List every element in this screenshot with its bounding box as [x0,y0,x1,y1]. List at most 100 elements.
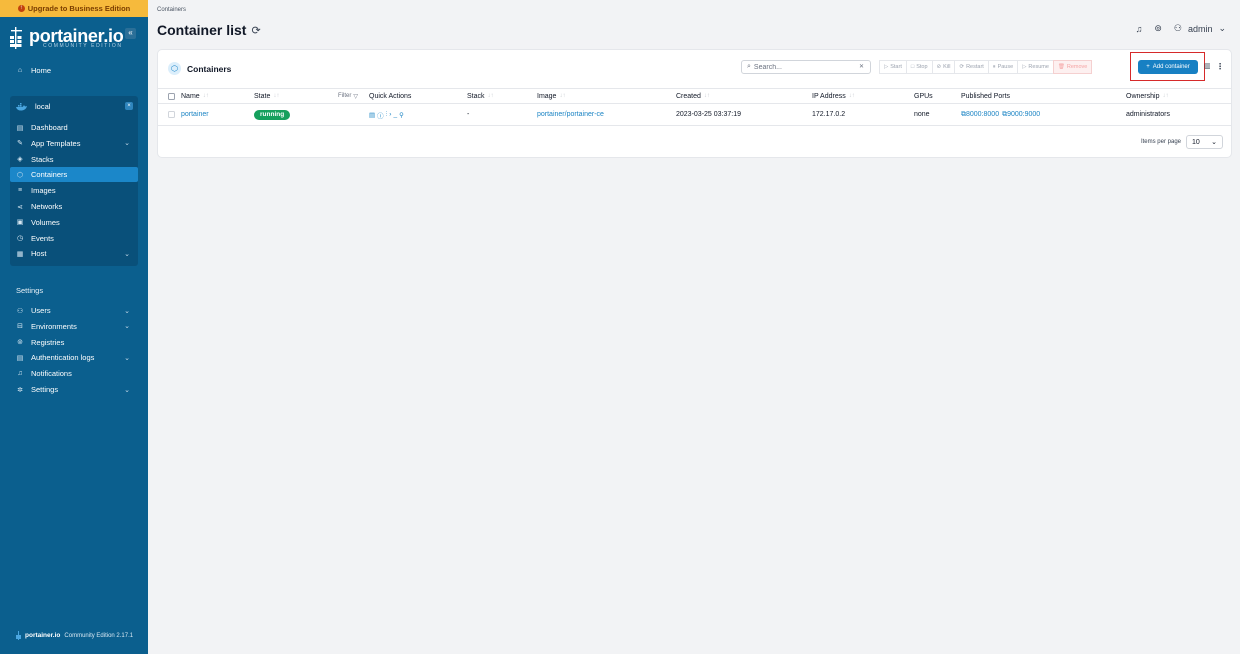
restart-button[interactable]: ⟳ Restart [954,60,989,74]
columns-icon[interactable]: ▥ [1204,62,1211,70]
pause-button[interactable]: ⏸ Pause [987,60,1019,74]
items-per-page-label: Items per page [1140,139,1181,145]
container-name-link[interactable]: portainer [181,104,209,125]
collapse-sidebar-button[interactable]: « [125,28,136,39]
bulk-actions: ▷ Start □ Stop ⊘ Kill ⟳ Restart ⏸ Pause ▷ Resume 🗑 Re… [879,60,1093,74]
gpus-cell: none [914,111,930,118]
start-button[interactable]: ▷ Start [879,60,907,74]
sidebar-item-label: Registries [31,337,65,347]
more-options-icon[interactable]: ⋮ [1216,62,1224,71]
inspect-icon[interactable]: ⓘ [377,110,386,120]
sidebar-item-label: Containers [31,170,68,180]
sidebar-item-label: Notifications [31,369,72,379]
sidebar-item-events[interactable]: ◷ Events [10,231,138,246]
port-link[interactable]: ⧉9000:9000 [1002,111,1040,119]
home-icon: ⌂ [17,67,23,74]
sidebar-item-home[interactable]: ⌂ Home [10,63,138,78]
state-filter[interactable]: Filter ▽ [338,89,358,103]
sort-icon: ↓↑ [703,93,710,99]
users-icon: ⚇ [16,307,24,315]
search-box[interactable]: ⌕ ✕ [741,60,871,74]
stop-button[interactable]: □ Stop [905,60,933,74]
quick-actions-cell: ▤ ⓘ ⫶ ›_ ⚲ [369,104,406,125]
user-icon: ⚇ [1173,23,1182,33]
sidebar-item-label: Home [31,66,52,75]
filter-icon: ▽ [353,93,358,100]
environment-header[interactable]: local × [10,99,138,114]
column-created[interactable]: Created ↓↑ [676,89,710,103]
bell-icon[interactable]: ♫ [1136,24,1143,34]
sort-icon: ↓↑ [487,93,494,99]
action-label: Start [890,64,902,70]
sidebar-item-volumes[interactable]: ▣ Volumes [10,215,138,230]
console-icon[interactable]: ›_ [389,111,399,118]
sidebar-item-users[interactable]: ⚇ Users ⌄ [10,303,138,318]
column-ownership[interactable]: Ownership ↓↑ [1126,89,1168,103]
close-environment-icon[interactable]: × [125,102,133,110]
action-label: Stop [916,64,928,70]
sidebar-item-dashboard[interactable]: ▤ Dashboard [10,120,138,135]
sidebar-item-settings[interactable]: ✲ Settings ⌄ [10,382,138,397]
sidebar-item-authentication-logs[interactable]: ▤ Authentication logs ⌄ [10,350,138,365]
server-icon: ▦ [16,250,24,258]
column-published-ports: Published Ports [961,92,1011,100]
remove-button[interactable]: 🗑 Remove [1052,60,1093,74]
sidebar-item-environments[interactable]: ⊟ Environments ⌄ [10,319,138,334]
column-quick-actions: Quick Actions [369,92,412,100]
sidebar-item-notifications[interactable]: ♫ Notifications [10,366,138,381]
column-stack[interactable]: Stack ↓↑ [467,89,494,103]
sidebar-item-label: Users [31,306,51,315]
sidebar-item-stacks[interactable]: ◈ Stacks [10,152,138,167]
portainer-logo[interactable]: portainer.io COMMUNITY EDITION [10,24,140,54]
play-icon: ▷ [884,64,889,70]
column-ip-address[interactable]: IP Address ↓↑ [812,89,855,103]
table-header: Name ↓↑ State ↓↑ Filter ▽ Quick Actions Sta… [158,88,1231,104]
published-ports-cell: ⧉8000:8000 ⧉9000:9000 [961,104,1040,125]
port-link[interactable]: ⧉8000:8000 [961,111,999,119]
containers-card: ⬡ Containers ⌕ ✕ ▷Start□Stop⊘Kill⟳Restar… [157,49,1232,158]
attach-icon[interactable]: ⚲ [399,111,406,119]
sidebar-item-containers[interactable]: ⬡ Containers [10,167,138,183]
chevron-down-icon: ⌄ [1211,139,1217,146]
logs-icon[interactable]: ▤ [369,111,377,119]
sidebar-item-label: Volumes [31,217,60,227]
sort-icon: ↓↑ [273,93,280,99]
add-container-button[interactable]: + Add container [1138,60,1198,74]
clear-search-icon[interactable]: ✕ [859,63,864,70]
sidebar-item-app-templates[interactable]: ✎ App Templates ⌄ [10,136,138,151]
chevron-down-icon: ⌄ [124,386,130,394]
column-stack-label: Stack [467,92,485,100]
share-icon: ⋖ [17,203,23,211]
user-menu[interactable]: ⚇ admin ⌄ [1174,23,1226,34]
kill-button[interactable]: ⊘ Kill [931,60,956,74]
search-input[interactable] [753,63,854,71]
sidebar-footer: portainer.io Community Edition 2.17.1 [16,631,133,640]
sidebar-item-registries[interactable]: ⊚ Registries [10,335,138,350]
column-state-label: State [254,92,271,100]
chevron-down-icon: ⌄ [1218,23,1226,33]
breadcrumb[interactable]: Containers [157,7,186,13]
row-checkbox[interactable] [168,104,175,125]
sidebar-item-images[interactable]: ≡ Images [10,183,138,198]
search-icon: ⌕ [747,63,751,70]
select-all-checkbox[interactable] [168,89,175,103]
image-link[interactable]: portainer/portainer-ce [537,104,604,125]
card-title: ⬡ Containers [168,62,231,75]
radio-icon: ⊚ [17,339,23,347]
hdd-icon: ⊟ [17,323,23,331]
refresh-icon[interactable]: ⟳ [251,24,260,37]
chevron-down-icon: ⌄ [124,250,130,258]
play-icon: ▷ [1022,64,1027,70]
items-per-page-select[interactable]: 10 ⌄ [1186,135,1223,149]
help-icon[interactable]: ⊚ [1154,23,1162,34]
sidebar-item-host[interactable]: ▦ Host ⌄ [10,246,138,261]
sidebar-item-networks[interactable]: ⋖ Networks [10,199,138,214]
action-label: Resume [1028,64,1049,70]
column-image[interactable]: Image ↓↑ [537,89,565,103]
upgrade-banner[interactable]: ↑ Upgrade to Business Edition [0,0,148,17]
column-name[interactable]: Name ↓↑ [181,89,209,103]
resume-button[interactable]: ▷ Resume [1017,60,1054,74]
upgrade-label: Upgrade to Business Edition [27,4,131,13]
column-state[interactable]: State ↓↑ [254,89,279,103]
database-icon: ▣ [16,219,24,227]
